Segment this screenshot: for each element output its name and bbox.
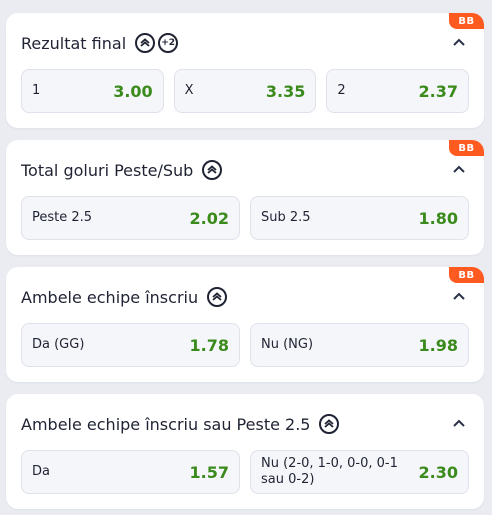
selection-odd: 1.78: [189, 335, 229, 355]
selection-nu[interactable]: Nu (2-0, 1-0, 0-0, 0-1 sau 0-2) 2.30: [250, 450, 469, 494]
market-header[interactable]: Rezultat final +2: [21, 32, 469, 54]
plus-2-icon: +2: [158, 33, 179, 53]
selection-label: Nu (2-0, 1-0, 0-0, 0-1 sau 0-2): [261, 456, 398, 487]
bb-badge: BB: [449, 267, 484, 283]
market-card-ambele-sau-peste: Ambele echipe înscriu sau Peste 2.5 Da 1…: [6, 394, 484, 509]
selection-odd: 1.57: [189, 462, 229, 482]
selection-odd: 3.00: [113, 81, 153, 101]
selection-odd: 1.98: [418, 335, 458, 355]
selection-nu-ng[interactable]: Nu (NG) 1.98: [250, 323, 469, 367]
chevron-up-icon[interactable]: [452, 164, 466, 174]
market-title: Ambele echipe înscriu sau Peste 2.5: [21, 414, 311, 434]
selection-da-gg[interactable]: Da (GG) 1.78: [21, 323, 240, 367]
bb-badge: BB: [449, 13, 484, 29]
selection-odd: 1.80: [418, 208, 458, 228]
market-title: Total goluri Peste/Sub: [21, 160, 194, 180]
selections-row: 1 3.00 X 3.35 2 2.37: [21, 69, 470, 113]
selection-label: Da (GG): [32, 337, 85, 352]
chevron-up-icon[interactable]: [452, 418, 466, 428]
bb-badge: BB: [449, 140, 484, 156]
selection-label: 2: [337, 83, 346, 98]
selection-odd: 2.30: [418, 462, 458, 482]
bet-builder-icon: [319, 414, 340, 434]
selection-label: Nu (NG): [261, 337, 314, 352]
selections-row: Peste 2.5 2.02 Sub 2.5 1.80: [21, 196, 469, 240]
selection-2[interactable]: 2 2.37: [326, 69, 470, 113]
selection-label: X: [184, 83, 194, 98]
selection-sub[interactable]: Sub 2.5 1.80: [250, 196, 469, 240]
selection-odd: 2.02: [189, 208, 229, 228]
selection-label: Sub 2.5: [261, 210, 311, 225]
selections-row: Da 1.57 Nu (2-0, 1-0, 0-0, 0-1 sau 0-2) …: [21, 450, 469, 494]
selection-da[interactable]: Da 1.57: [21, 450, 240, 494]
selections-row: Da (GG) 1.78 Nu (NG) 1.98: [21, 323, 469, 367]
selection-odd: 2.37: [418, 81, 459, 101]
bet-builder-icon: [207, 287, 228, 307]
market-header[interactable]: Ambele echipe înscriu sau Peste 2.5: [21, 413, 469, 435]
market-card-rezultat-final: BB Rezultat final +2 1 3.00 X 3.35 2 2.3: [6, 13, 484, 128]
selection-peste[interactable]: Peste 2.5 2.02: [21, 196, 240, 240]
selection-label: Peste 2.5: [32, 210, 93, 225]
selection-label: Da: [32, 464, 50, 479]
market-card-ambele-echipe: BB Ambele echipe înscriu Da (GG) 1.78 Nu…: [6, 267, 484, 382]
markets-list: BB Rezultat final +2 1 3.00 X 3.35 2 2.3: [0, 0, 492, 515]
selection-1[interactable]: 1 3.00: [21, 69, 164, 113]
market-header[interactable]: Ambele echipe înscriu: [21, 286, 469, 308]
market-header[interactable]: Total goluri Peste/Sub: [21, 159, 469, 181]
market-title: Ambele echipe înscriu: [21, 287, 199, 307]
selection-x[interactable]: X 3.35: [173, 69, 317, 113]
market-title: Rezultat final: [21, 33, 127, 53]
bet-builder-icon: [135, 33, 156, 53]
chevron-up-icon[interactable]: [452, 37, 466, 47]
bet-builder-icon: [202, 160, 223, 180]
chevron-up-icon[interactable]: [452, 291, 466, 301]
selection-odd: 3.35: [265, 81, 306, 101]
selection-label: 1: [32, 83, 41, 98]
market-card-total-goluri: BB Total goluri Peste/Sub Peste 2.5 2.02…: [6, 140, 484, 255]
